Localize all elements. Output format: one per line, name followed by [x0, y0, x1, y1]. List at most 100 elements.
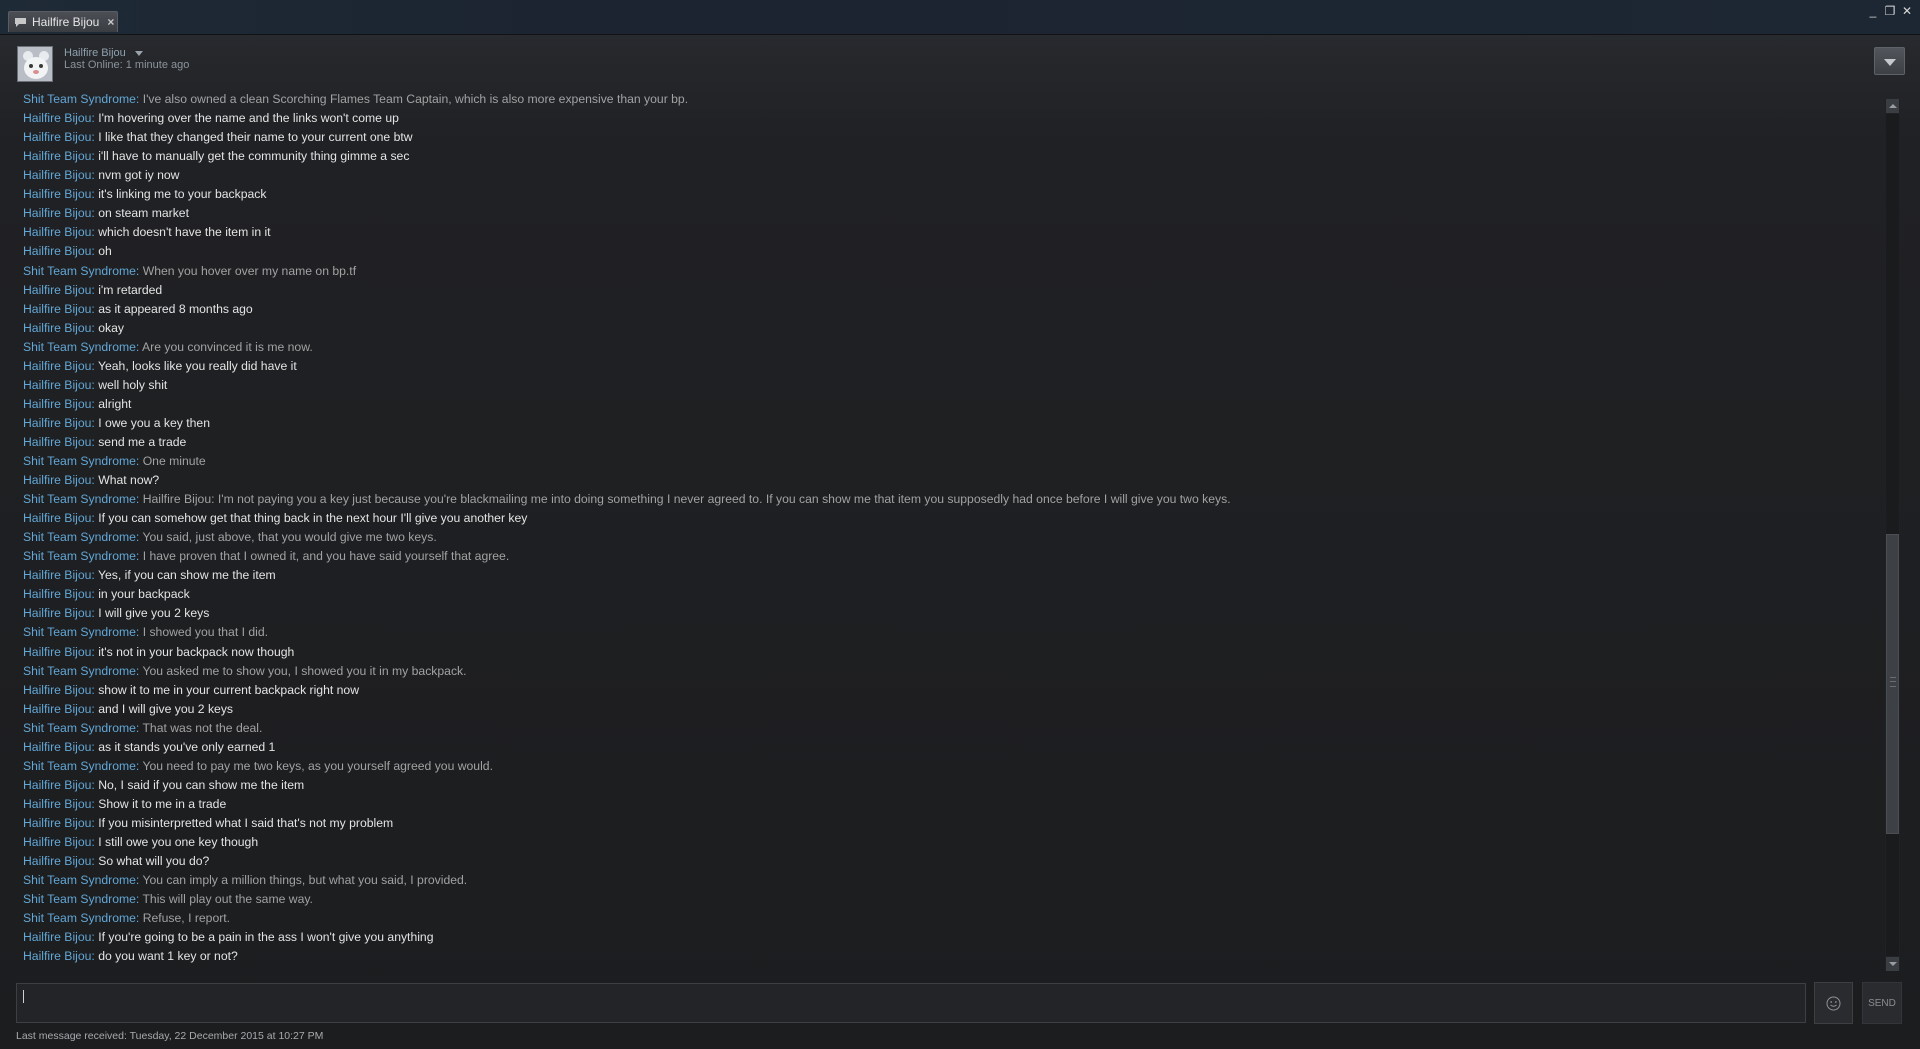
smiley-icon: [1826, 996, 1841, 1011]
scroll-thumb[interactable]: [1886, 534, 1899, 834]
message-text: I'm hovering over the name and the links…: [98, 111, 399, 126]
message-speaker[interactable]: Hailfire Bijou: [23, 702, 91, 716]
message-speaker[interactable]: Hailfire Bijou: [23, 321, 91, 335]
message-input[interactable]: [16, 983, 1806, 1023]
message-speaker[interactable]: Hailfire Bijou: [23, 568, 91, 582]
emoticon-button[interactable]: [1814, 982, 1853, 1024]
message-speaker[interactable]: Hailfire Bijou: [23, 416, 91, 430]
message-speaker[interactable]: Shit Team Syndrome: [23, 454, 136, 468]
chat-header: Hailfire Bijou Last Online: 1 minute ago: [0, 35, 1920, 87]
message-speaker[interactable]: Hailfire Bijou: [23, 930, 91, 944]
message-speaker[interactable]: Hailfire Bijou: [23, 206, 91, 220]
message-text: You can imply a million things, but what…: [142, 873, 468, 888]
message-speaker[interactable]: Hailfire Bijou: [23, 683, 91, 697]
message-speaker[interactable]: Hailfire Bijou: [23, 797, 91, 811]
chat-message: Hailfire Bijou: as it appeared 8 months …: [23, 301, 253, 317]
message-separator: :: [135, 625, 143, 640]
message-speaker[interactable]: Hailfire Bijou: [23, 740, 91, 754]
chat-message: Shit Team Syndrome: You can imply a mill…: [23, 872, 467, 888]
chat-message: Shit Team Syndrome: One minute: [23, 453, 206, 469]
message-speaker[interactable]: Shit Team Syndrome: [23, 721, 136, 735]
message-speaker[interactable]: Shit Team Syndrome: [23, 625, 136, 639]
message-speaker[interactable]: Hailfire Bijou: [23, 949, 91, 963]
message-speaker[interactable]: Hailfire Bijou: [23, 302, 91, 316]
message-speaker[interactable]: Hailfire Bijou: [23, 835, 91, 849]
avatar-image: [18, 47, 52, 81]
chat-message: Hailfire Bijou: I still owe you one key …: [23, 834, 258, 850]
message-speaker[interactable]: Shit Team Syndrome: [23, 759, 136, 773]
message-text: in your backpack: [98, 587, 190, 602]
message-speaker[interactable]: Hailfire Bijou: [23, 473, 91, 487]
chat-message: Hailfire Bijou: nvm got iy now: [23, 167, 180, 183]
send-button[interactable]: SEND: [1862, 982, 1902, 1024]
chat-message: Shit Team Syndrome: I've also owned a cl…: [23, 91, 688, 107]
chat-message: Hailfire Bijou: do you want 1 key or not…: [23, 948, 238, 964]
chat-message: Hailfire Bijou: I like that they changed…: [23, 129, 413, 145]
message-speaker[interactable]: Hailfire Bijou: [23, 111, 91, 125]
message-speaker[interactable]: Shit Team Syndrome: [23, 492, 136, 506]
message-speaker[interactable]: Hailfire Bijou: [23, 435, 91, 449]
chat-message: Shit Team Syndrome: Are you convinced it…: [23, 339, 313, 355]
chat-message: Shit Team Syndrome: You asked me to show…: [23, 663, 467, 679]
message-separator: :: [135, 263, 143, 278]
message-speaker[interactable]: Hailfire Bijou: [23, 816, 91, 830]
message-text: I like that they changed their name to y…: [98, 130, 413, 145]
chat-message: Hailfire Bijou: well holy shit: [23, 377, 167, 393]
message-speaker[interactable]: Hailfire Bijou: [23, 587, 91, 601]
chat-message: Hailfire Bijou: Yeah, looks like you rea…: [23, 358, 297, 374]
message-text: which doesn't have the item in it: [98, 225, 271, 240]
message-text: That was not the deal.: [142, 720, 263, 735]
scroll-down-arrow-icon[interactable]: [1886, 957, 1899, 971]
message-speaker[interactable]: Hailfire Bijou: [23, 225, 91, 239]
tab-hailfire-bijou[interactable]: Hailfire Bijou ×: [8, 11, 118, 32]
scroll-up-arrow-icon[interactable]: [1886, 99, 1899, 113]
chevron-down-icon[interactable]: [134, 50, 143, 56]
message-text: it's linking me to your backpack: [98, 187, 267, 202]
chat-options-dropdown-button[interactable]: [1874, 47, 1905, 75]
chat-bubble-icon: [15, 17, 26, 27]
message-speaker[interactable]: Shit Team Syndrome: [23, 873, 136, 887]
message-text: i'm retarded: [98, 282, 163, 297]
message-text: Hailfire Bijou: I'm not paying you a key…: [142, 492, 1231, 507]
message-speaker[interactable]: Hailfire Bijou: [23, 283, 91, 297]
message-speaker[interactable]: Hailfire Bijou: [23, 511, 91, 525]
chat-scrollbar[interactable]: [1885, 99, 1900, 971]
message-text: No, I said if you can show me the item: [98, 777, 305, 792]
message-speaker[interactable]: Shit Team Syndrome: [23, 264, 136, 278]
message-speaker[interactable]: Hailfire Bijou: [23, 244, 91, 258]
minimize-icon[interactable]: _: [1866, 4, 1880, 18]
message-speaker[interactable]: Hailfire Bijou: [23, 359, 91, 373]
message-speaker[interactable]: Shit Team Syndrome: [23, 911, 136, 925]
chat-message: Hailfire Bijou: If you're going to be a …: [23, 929, 434, 945]
chat-message: Hailfire Bijou: If you can somehow get t…: [23, 510, 527, 526]
message-speaker[interactable]: Shit Team Syndrome: [23, 530, 136, 544]
message-speaker[interactable]: Shit Team Syndrome: [23, 340, 136, 354]
avatar[interactable]: [17, 46, 53, 82]
message-speaker[interactable]: Hailfire Bijou: [23, 606, 91, 620]
tab-close-icon[interactable]: ×: [107, 15, 114, 29]
message-text: What now?: [98, 473, 160, 488]
message-speaker[interactable]: Hailfire Bijou: [23, 778, 91, 792]
message-text: and I will give you 2 keys: [98, 701, 234, 716]
message-speaker[interactable]: Shit Team Syndrome: [23, 892, 136, 906]
message-speaker[interactable]: Hailfire Bijou: [23, 645, 91, 659]
message-speaker[interactable]: Hailfire Bijou: [23, 149, 91, 163]
last-online-status: Last Online: 1 minute ago: [64, 59, 190, 71]
message-speaker[interactable]: Hailfire Bijou: [23, 130, 91, 144]
chat-message: Shit Team Syndrome: I showed you that I …: [23, 624, 268, 640]
text-caret: [23, 990, 24, 1003]
message-speaker[interactable]: Hailfire Bijou: [23, 378, 91, 392]
message-speaker[interactable]: Shit Team Syndrome: [23, 664, 136, 678]
message-speaker[interactable]: Hailfire Bijou: [23, 397, 91, 411]
friend-name-label: Hailfire Bijou: [64, 47, 126, 59]
message-speaker[interactable]: Shit Team Syndrome: [23, 92, 136, 106]
message-text: send me a trade: [98, 434, 187, 449]
friend-name[interactable]: Hailfire Bijou: [64, 47, 143, 59]
message-speaker[interactable]: Hailfire Bijou: [23, 854, 91, 868]
close-icon[interactable]: ✕: [1900, 4, 1914, 18]
chat-message: Shit Team Syndrome: Refuse, I report.: [23, 910, 230, 926]
message-speaker[interactable]: Hailfire Bijou: [23, 168, 91, 182]
restore-icon[interactable]: ❐: [1883, 4, 1897, 18]
message-speaker[interactable]: Hailfire Bijou: [23, 187, 91, 201]
message-speaker[interactable]: Shit Team Syndrome: [23, 549, 136, 563]
